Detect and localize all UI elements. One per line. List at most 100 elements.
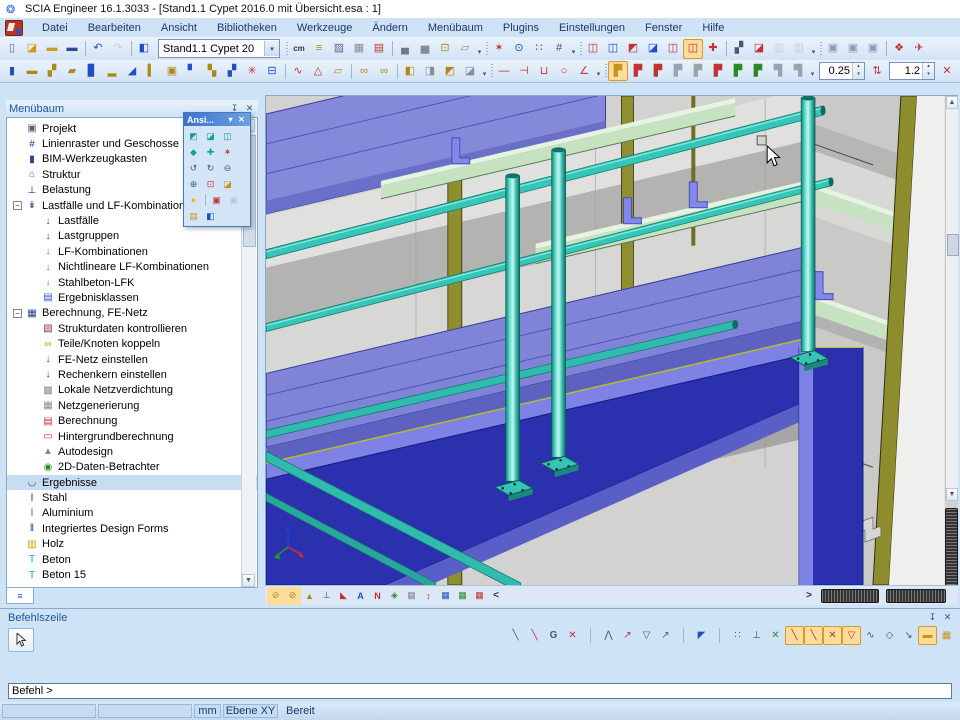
layer-2[interactable]: ▛ [648, 61, 668, 81]
snap-dot-grid[interactable]: ∷ [728, 626, 747, 645]
snap-line-point[interactable]: ╲ [525, 626, 544, 645]
tree-item[interactable]: − ◡ Ergebnisse [7, 475, 257, 490]
window-tile-1[interactable]: ▣ [823, 39, 843, 59]
image-gallery[interactable]: ▨ [329, 39, 349, 59]
color-palette[interactable]: ✶ [489, 39, 509, 59]
labels-members[interactable]: N [369, 587, 386, 605]
node-tool[interactable]: △ [308, 61, 328, 81]
zoom-window[interactable]: ⊡ [202, 176, 219, 192]
snap-grid-g[interactable]: G [544, 626, 563, 645]
scale-reset[interactable]: ✕ [937, 61, 957, 81]
snap-cross[interactable]: ✕ [563, 626, 582, 645]
menu-item[interactable]: Werkzeuge [287, 20, 362, 36]
snap-slab-edge[interactable]: ▬ [918, 626, 937, 645]
copy-add[interactable]: ◧ [400, 61, 420, 81]
dim-circle[interactable]: ○ [554, 61, 574, 81]
snap-endpoint[interactable]: ╲ [785, 626, 804, 645]
menu-item[interactable]: Bearbeiten [78, 20, 151, 36]
rotate-slider-horizontal-1[interactable] [821, 589, 879, 603]
menu-item[interactable]: Hilfe [692, 20, 734, 36]
tree-item[interactable]: − ▦ Berechnung, FE-Netz [7, 306, 257, 321]
units-cm[interactable]: cm [289, 39, 309, 59]
menu-item[interactable]: Datei [32, 20, 78, 36]
save-view[interactable]: ◪ [219, 176, 236, 192]
tree-item[interactable]: − T Beton [7, 552, 257, 567]
crosshair[interactable]: ✚ [703, 39, 723, 59]
spinner-arrows[interactable]: ▴ ▾ [922, 63, 934, 79]
menu-item[interactable]: Ändern [362, 20, 417, 36]
tree-item[interactable]: − ↓ Rechenkern einstellen [7, 367, 257, 382]
polygon-tool[interactable]: ▱ [328, 61, 348, 81]
connection-3[interactable]: ◩ [623, 39, 643, 59]
print-preview[interactable]: ▅ [415, 39, 435, 59]
viewport-vscrollbar[interactable]: ▲ ▼ [945, 96, 958, 501]
pin-icon[interactable]: ↧ [926, 611, 939, 624]
layer-9[interactable]: ▜ [788, 61, 808, 81]
redo[interactable]: ↷ [108, 39, 128, 59]
clip-below[interactable]: ⊘ [284, 587, 301, 605]
labels-nodes[interactable]: A [352, 587, 369, 605]
check-structure[interactable]: ▞ [729, 39, 749, 59]
cursor-select[interactable]: ◤ [692, 626, 711, 645]
folder-results[interactable]: ◪ [749, 39, 769, 59]
toolbar-button[interactable]: ▾ [809, 40, 818, 58]
member-beam[interactable]: ▬ [22, 61, 42, 81]
snap-orthogonal[interactable]: ▽ [842, 626, 861, 645]
view-settings[interactable]: ◧ [202, 208, 219, 224]
layer-6[interactable]: ▛ [728, 61, 748, 81]
scroll-down-icon[interactable]: ▼ [242, 574, 255, 587]
snap-button[interactable] [711, 627, 728, 644]
menu-item[interactable]: Ansicht [151, 20, 207, 36]
rendering-mode[interactable]: ▲ [301, 587, 318, 605]
member-node[interactable]: ▘ [182, 61, 202, 81]
menu-item[interactable]: Menübaum [418, 20, 493, 36]
scroll-up-icon[interactable]: ▲ [946, 96, 958, 109]
copy-multi[interactable]: ◨ [420, 61, 440, 81]
connection-4[interactable]: ◪ [643, 39, 663, 59]
snap-calculator[interactable]: ▦ [937, 626, 956, 645]
member-brace[interactable]: ▞ [42, 61, 62, 81]
tree-item[interactable]: − T Beton 15 [7, 567, 257, 582]
layer-8[interactable]: ▜ [768, 61, 788, 81]
snap-button[interactable] [675, 627, 692, 644]
member-join[interactable]: ▞ [222, 61, 242, 81]
snap-arc[interactable]: ∿ [861, 626, 880, 645]
tree-item[interactable]: − ‖ Integriertes Design Forms [7, 521, 257, 536]
clip-box[interactable]: ▤ [185, 208, 202, 224]
tree-expander[interactable]: − [13, 309, 22, 318]
tree-item[interactable]: − ▲ Autodesign [7, 444, 257, 459]
layer-7[interactable]: ▛ [748, 61, 768, 81]
snap-vector[interactable]: ↗ [618, 626, 637, 645]
view-walk[interactable]: ✶ [219, 144, 236, 160]
layers[interactable]: ≡ [309, 39, 329, 59]
supports-display[interactable]: ◣ [335, 587, 352, 605]
tree-item[interactable]: − ▤ Berechnung [7, 413, 257, 428]
snap-midpoint[interactable]: ╲ [804, 626, 823, 645]
toolbar-button[interactable]: ▾ [475, 40, 484, 58]
open-project[interactable]: ◪ [22, 39, 42, 59]
window-tile-3[interactable]: ▣ [863, 39, 883, 59]
rotate-slider-vertical[interactable] [945, 508, 958, 586]
view-pan[interactable]: ✚ [202, 144, 219, 160]
document[interactable]: ▱ [455, 39, 475, 59]
tree-item[interactable]: − ▭ Hintergrundberechnung [7, 429, 257, 444]
tree-item[interactable]: − ▦ Netzgenerierung [7, 398, 257, 413]
mesh-display[interactable]: ▦ [349, 39, 369, 59]
spin-up-icon[interactable]: ▴ [923, 63, 934, 71]
dim-angle[interactable]: ∠ [574, 61, 594, 81]
view-manager-1[interactable]: ▥ [769, 39, 789, 59]
surfaces-display[interactable]: ◈ [386, 587, 403, 605]
menu-item[interactable]: Einstellungen [549, 20, 635, 36]
connection-5[interactable]: ◫ [663, 39, 683, 59]
snap-line[interactable]: ╲ [506, 626, 525, 645]
floating-title-bar[interactable]: Ansi... ▾ ✕ [184, 113, 250, 126]
spin-down-icon[interactable]: ▾ [923, 71, 934, 79]
results-display[interactable]: ▦ [471, 587, 488, 605]
render-solid[interactable]: ▣ [225, 192, 242, 208]
dim-line[interactable]: — [494, 61, 514, 81]
spinner-arrows[interactable]: ▴ ▾ [852, 63, 864, 79]
project-dropdown[interactable]: Stand1.1 Cypet 20 ▾ [158, 39, 280, 58]
display-scale-spinner[interactable]: ▴ ▾ [889, 62, 935, 80]
member-slab[interactable]: ▂ [102, 61, 122, 81]
save-all[interactable]: ▬ [42, 39, 62, 59]
